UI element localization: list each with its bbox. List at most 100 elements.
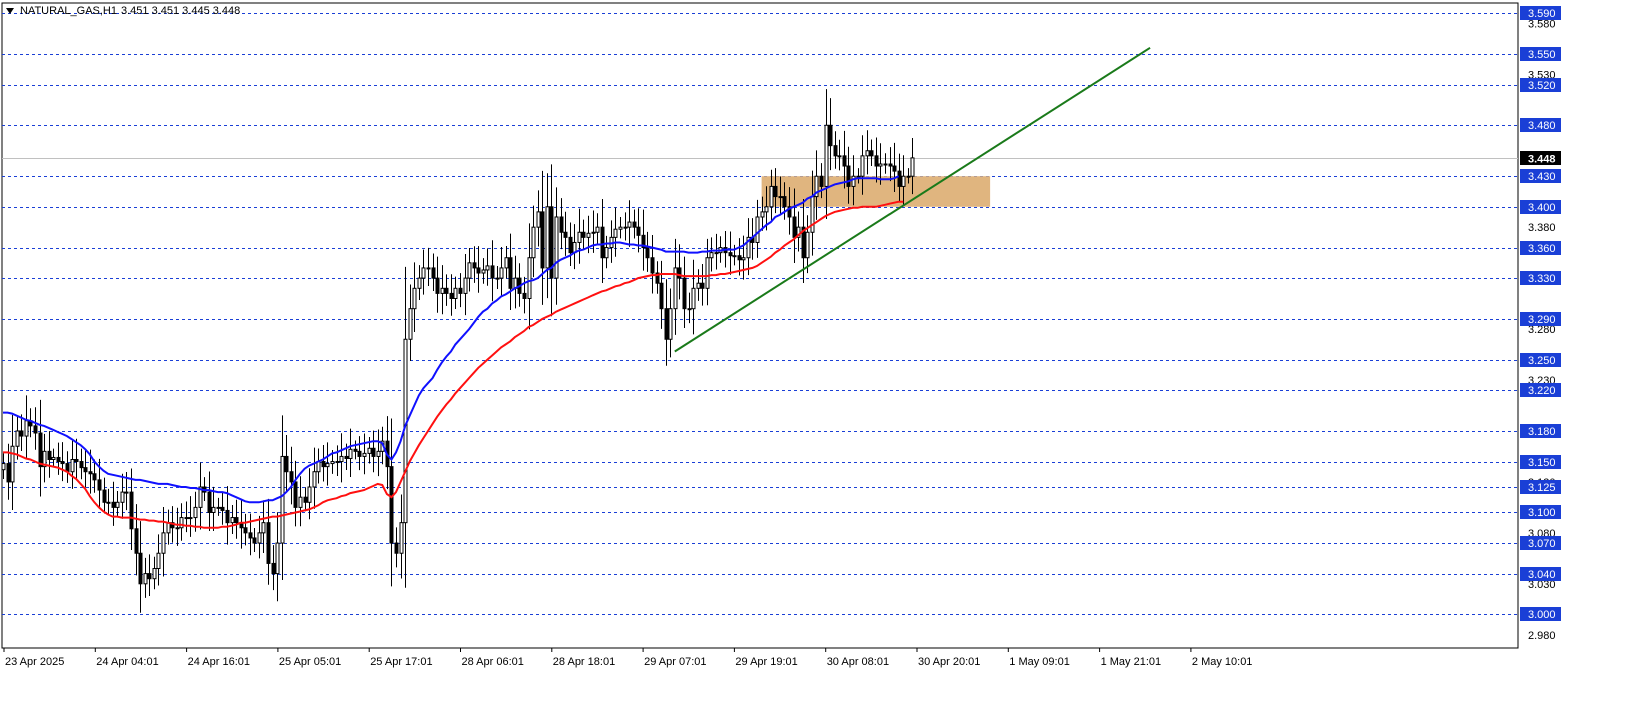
candle-body <box>321 461 326 468</box>
candle-body <box>837 155 842 158</box>
candle-body <box>156 552 161 570</box>
candle-body <box>261 522 266 534</box>
candle-body <box>737 255 742 261</box>
level-label: 3.430 <box>1528 171 1556 183</box>
candle-body <box>545 206 550 269</box>
x-tick-label: 30 Apr 08:01 <box>827 656 889 668</box>
candle-body <box>444 287 449 294</box>
level-label: 3.330 <box>1528 273 1556 285</box>
candle-body <box>371 447 376 457</box>
candle-body <box>188 517 193 520</box>
candle-body <box>408 308 413 340</box>
candle-body <box>458 287 463 294</box>
candle-body <box>732 255 737 258</box>
y-tick-label: 2.980 <box>1528 630 1556 642</box>
x-tick-label: 24 Apr 04:01 <box>96 656 158 668</box>
candle-body <box>248 532 253 539</box>
candle-body <box>636 226 641 236</box>
candle-body <box>234 517 239 524</box>
x-tick-label: 1 May 09:01 <box>1009 656 1070 668</box>
candle-body <box>540 211 545 269</box>
trendline <box>674 46 1151 353</box>
chart-svg: 3.5803.5303.3803.2803.2303.1303.0803.030… <box>1 2 1561 668</box>
candle-body <box>741 257 746 261</box>
level-label: 3.360 <box>1528 243 1556 255</box>
candle-body <box>184 517 189 520</box>
candle-body <box>910 157 915 177</box>
candle-body <box>805 231 810 259</box>
candle-body <box>47 450 52 460</box>
candle-body <box>773 185 778 198</box>
candle-body <box>892 165 897 172</box>
candle-body <box>15 430 20 447</box>
candle-body <box>83 467 88 473</box>
candle-body <box>810 196 815 233</box>
candle-body <box>33 425 38 434</box>
candle-body <box>687 308 692 311</box>
candle-body <box>842 155 847 167</box>
candle-body <box>659 282 664 310</box>
plot-frame <box>1 2 1519 649</box>
candle-body <box>70 458 75 473</box>
candle-body <box>668 308 673 340</box>
level-label: 3.100 <box>1528 507 1556 519</box>
ma-slow-line <box>3 200 904 529</box>
candle-body <box>271 562 276 575</box>
candle-body <box>522 292 527 299</box>
candle-body <box>755 216 760 243</box>
dropdown-triangle-icon[interactable] <box>6 8 14 14</box>
candle-body <box>307 486 312 503</box>
candle-body <box>134 528 139 554</box>
candle-body <box>536 211 541 228</box>
candle-body <box>143 573 148 585</box>
ma-fast-line <box>3 175 900 504</box>
candle-body <box>394 542 399 554</box>
level-label: 3.550 <box>1528 49 1556 61</box>
candle-body <box>440 287 445 294</box>
symbol-label: NATURAL_GAS,H1 <box>20 5 117 17</box>
candle-body <box>339 455 344 463</box>
candle-body <box>348 448 353 459</box>
candle-body <box>485 265 490 271</box>
candle-body <box>175 527 180 530</box>
candle-body <box>431 267 436 279</box>
candle-body <box>179 517 184 529</box>
candle-body <box>312 471 317 488</box>
candle-body <box>897 170 902 187</box>
candle-body <box>353 448 358 452</box>
candle-body <box>449 292 454 299</box>
y-tick-label: 3.580 <box>1528 18 1556 30</box>
candle-body <box>856 175 861 178</box>
candle-body <box>357 450 362 457</box>
level-label: 3.520 <box>1528 80 1556 92</box>
candle-body <box>595 226 600 233</box>
candle-body <box>696 282 701 289</box>
candle-body <box>883 163 888 166</box>
candle-body <box>257 532 262 544</box>
candle-body <box>362 452 367 457</box>
candle-body <box>591 231 596 234</box>
candle-body <box>650 257 655 274</box>
candle-body <box>303 496 308 503</box>
candle-body <box>531 226 536 259</box>
candle-body <box>330 461 335 465</box>
candle-body <box>709 252 714 259</box>
candle-body <box>728 252 733 257</box>
candle-body <box>869 150 874 157</box>
candle-body <box>691 287 696 310</box>
level-label: 3.250 <box>1528 355 1556 367</box>
candle-body <box>453 287 458 299</box>
candle-body <box>714 252 719 255</box>
x-tick-label: 24 Apr 16:01 <box>188 656 250 668</box>
candle-body <box>92 473 97 481</box>
level-label: 3.000 <box>1528 609 1556 621</box>
level-label: 3.400 <box>1528 202 1556 214</box>
ohlc-readout: 3.451 3.451 3.445 3.448 <box>121 5 241 17</box>
candle-body <box>645 247 650 259</box>
candle-body <box>389 466 394 544</box>
candle-body <box>851 175 856 187</box>
candle-body <box>846 165 851 187</box>
candle-body <box>412 287 417 310</box>
candle-body <box>627 221 632 228</box>
candle-body <box>906 175 911 178</box>
